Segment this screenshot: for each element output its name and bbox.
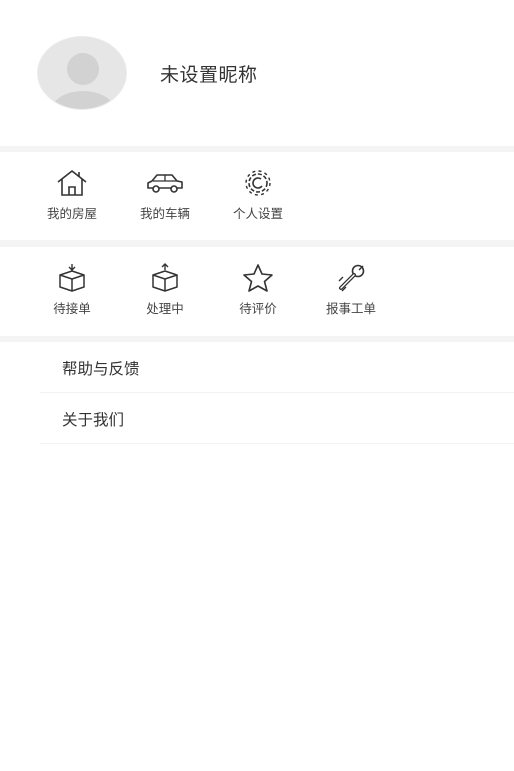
- house-icon: [57, 170, 87, 196]
- service-my-car[interactable]: 我的车辆: [120, 168, 210, 222]
- orders-grid: 待接单 处理中 待评价 报事工单: [0, 247, 514, 336]
- settings-menu: 帮助与反馈 关于我们: [0, 342, 514, 444]
- service-label: 我的房屋: [46, 206, 97, 221]
- profile-header[interactable]: 未设置昵称: [0, 0, 514, 146]
- order-label: 处理中: [146, 301, 184, 316]
- car-icon: [147, 174, 183, 193]
- order-report-ticket[interactable]: 报事工单: [306, 263, 396, 317]
- order-to-review[interactable]: 待评价: [213, 263, 303, 317]
- menu-item-label: 关于我们: [62, 411, 125, 429]
- order-label: 待接单: [53, 301, 91, 316]
- order-processing[interactable]: 处理中: [120, 263, 210, 317]
- menu-item-help-feedback[interactable]: 帮助与反馈: [40, 342, 514, 393]
- box-in-icon: [59, 264, 85, 292]
- order-pending[interactable]: 待接单: [27, 263, 117, 317]
- gear-icon: [245, 170, 271, 196]
- star-icon: [243, 264, 273, 292]
- service-label: 我的车辆: [139, 206, 190, 221]
- nickname-label[interactable]: 未设置昵称: [160, 60, 258, 87]
- service-label: 个人设置: [232, 206, 283, 221]
- box-out-icon: [152, 263, 178, 292]
- default-avatar-icon: [38, 37, 126, 109]
- section-divider: [0, 240, 514, 247]
- order-label: 报事工单: [325, 301, 376, 316]
- menu-item-label: 帮助与反馈: [62, 360, 140, 378]
- avatar[interactable]: [37, 36, 127, 110]
- wrench-icon: [338, 264, 365, 292]
- menu-item-about-us[interactable]: 关于我们: [40, 393, 514, 444]
- order-label: 待评价: [239, 301, 277, 316]
- service-personal-settings[interactable]: 个人设置: [213, 168, 303, 222]
- services-grid: 我的房屋 我的车辆 个人设置: [0, 152, 514, 240]
- service-my-house[interactable]: 我的房屋: [27, 168, 117, 222]
